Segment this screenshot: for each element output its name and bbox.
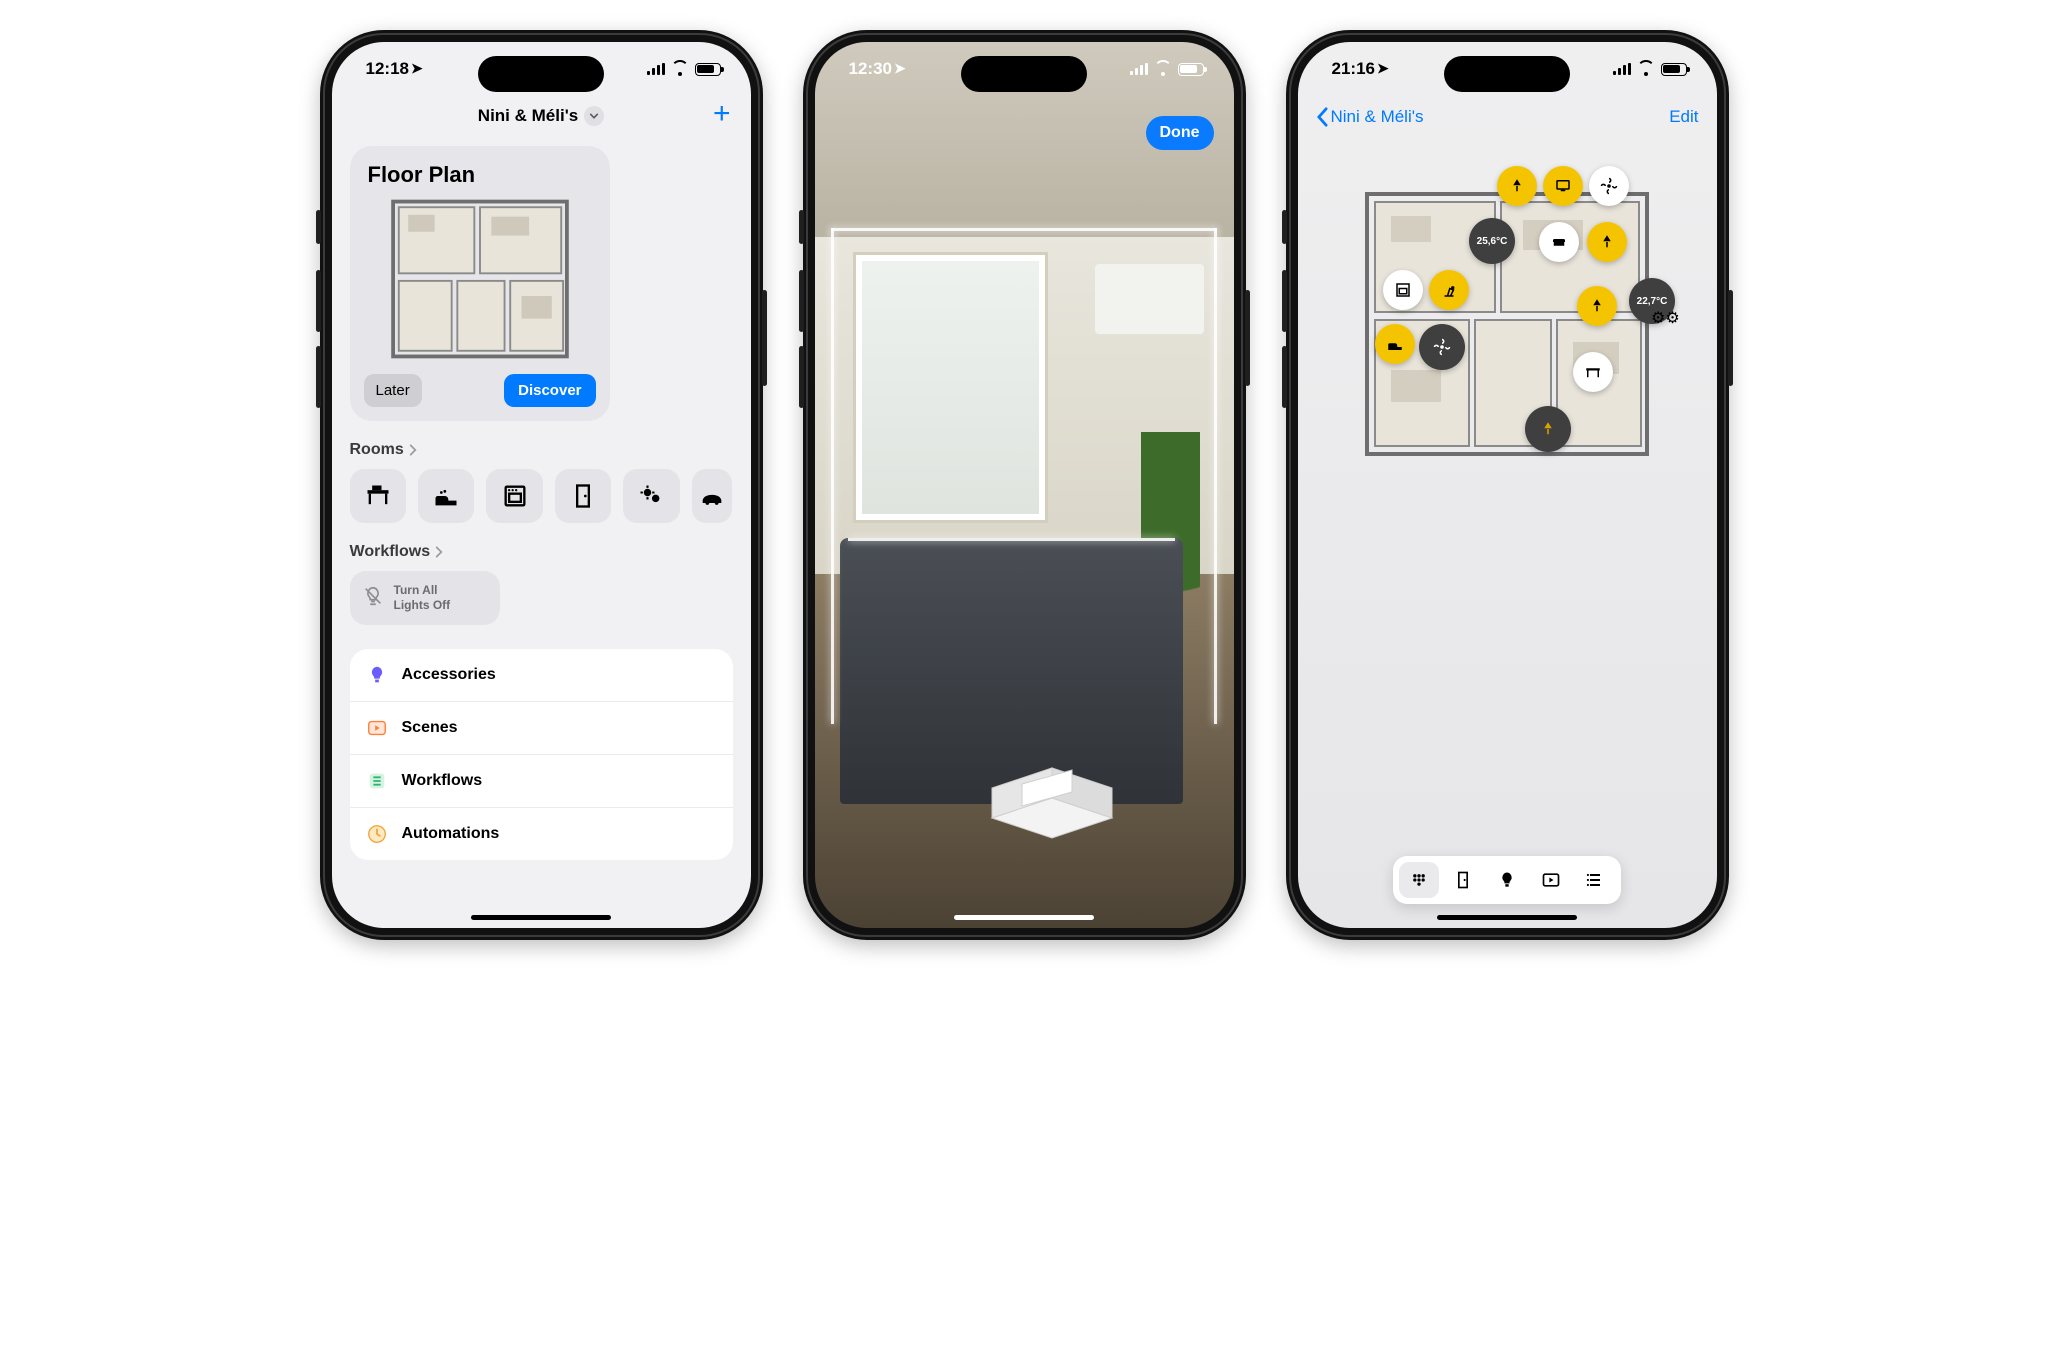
- ac-unit-shape: [1095, 264, 1204, 335]
- toolbar-grid-icon[interactable]: [1399, 862, 1439, 898]
- pin-desk-lamp-icon[interactable]: [1429, 270, 1469, 310]
- scenes-icon: [366, 717, 388, 739]
- floor-plan-map[interactable]: 25,6°C 22,7°C ⚙︎⚙︎: [1347, 174, 1667, 484]
- pin-lamp-icon[interactable]: [1587, 222, 1627, 262]
- scanned-model-preview: [982, 748, 1122, 848]
- ar-edge-line: [1214, 228, 1217, 724]
- pin-lamp-icon[interactable]: [1497, 166, 1537, 206]
- phone-room-scan: 12:30➤: [803, 30, 1246, 940]
- ar-camera-view[interactable]: [815, 42, 1234, 928]
- phone-home-overview: 12:18➤ Nini & Méli's + Floor Plan: [320, 30, 763, 940]
- location-icon: ➤: [1377, 60, 1389, 77]
- room-tile-garage[interactable]: [692, 469, 733, 523]
- ar-edge-line: [848, 538, 1175, 541]
- battery-icon: [1661, 63, 1687, 76]
- pin-sofa-icon[interactable]: [1539, 222, 1579, 262]
- pin-desk-icon[interactable]: [1573, 352, 1613, 392]
- battery-icon: [1178, 63, 1204, 76]
- discover-button[interactable]: Discover: [504, 374, 595, 407]
- back-button[interactable]: Nini & Méli's: [1316, 107, 1424, 127]
- pin-oven-icon[interactable]: [1383, 270, 1423, 310]
- pin-fan-icon[interactable]: [1589, 166, 1629, 206]
- home-name[interactable]: Nini & Méli's: [478, 106, 578, 126]
- done-button[interactable]: Done: [1146, 116, 1214, 150]
- location-icon: ➤: [894, 60, 906, 77]
- list-item-accessories[interactable]: Accessories: [350, 649, 733, 702]
- rooms-header[interactable]: Rooms: [350, 441, 733, 459]
- edit-button[interactable]: Edit: [1669, 107, 1698, 127]
- bottom-list: Accessories Scenes Workflows Automations: [350, 649, 733, 860]
- room-tile-entry[interactable]: [555, 469, 611, 523]
- list-item-workflows[interactable]: Workflows: [350, 755, 733, 808]
- dynamic-island: [1444, 56, 1570, 92]
- floor-plan-card: Floor Plan Later: [350, 146, 610, 421]
- status-time: 12:30: [849, 59, 892, 79]
- cellular-icon: [647, 63, 665, 75]
- dynamic-island: [478, 56, 604, 92]
- cellular-icon: [1130, 63, 1148, 75]
- list-item-scenes[interactable]: Scenes: [350, 702, 733, 755]
- toolbar-door-icon[interactable]: [1443, 862, 1483, 898]
- pin-temperature[interactable]: 25,6°C: [1469, 218, 1515, 264]
- ar-edge-line: [831, 228, 834, 724]
- card-title: Floor Plan: [368, 162, 596, 188]
- room-tile-desk[interactable]: [350, 469, 406, 523]
- workflows-header[interactable]: Workflows: [350, 543, 733, 561]
- cellular-icon: [1613, 63, 1631, 75]
- pin-bed-icon[interactable]: [1375, 324, 1415, 364]
- battery-icon: [695, 63, 721, 76]
- home-indicator[interactable]: [1437, 915, 1577, 920]
- wifi-icon: [671, 62, 689, 76]
- later-button[interactable]: Later: [364, 374, 422, 407]
- ar-edge-line: [831, 228, 1217, 231]
- home-indicator[interactable]: [471, 915, 611, 920]
- pin-lamp-icon[interactable]: [1577, 286, 1617, 326]
- room-tile-kitchen[interactable]: [486, 469, 542, 523]
- toolbar-list-icon[interactable]: [1575, 862, 1615, 898]
- phone-floor-plan-view: 21:16➤ Nini & Méli's Edit: [1286, 30, 1729, 940]
- nav-bar: Nini & Méli's Edit: [1298, 100, 1717, 134]
- pin-lamp-off-icon[interactable]: [1525, 406, 1571, 452]
- home-indicator[interactable]: [954, 915, 1094, 920]
- home-title-row: Nini & Méli's +: [350, 100, 733, 132]
- view-toolbar: [1393, 856, 1621, 904]
- automations-icon: [366, 823, 388, 845]
- wifi-icon: [1154, 62, 1172, 76]
- window-shape: [856, 255, 1045, 521]
- home-picker-chevron-icon[interactable]: [584, 106, 604, 126]
- list-item-automations[interactable]: Automations: [350, 808, 733, 860]
- bulb-icon: [366, 664, 388, 686]
- bulb-off-icon: [362, 585, 384, 612]
- workflows-icon: [366, 770, 388, 792]
- floor-plan-thumbnail[interactable]: [385, 194, 575, 364]
- add-button[interactable]: +: [713, 100, 731, 128]
- wifi-icon: [1637, 62, 1655, 76]
- pin-fan-dark-icon[interactable]: [1419, 324, 1465, 370]
- dynamic-island: [961, 56, 1087, 92]
- status-time: 12:18: [366, 59, 409, 79]
- location-icon: ➤: [411, 60, 423, 77]
- room-tile-climate[interactable]: [623, 469, 679, 523]
- pin-tv-icon[interactable]: [1543, 166, 1583, 206]
- toolbar-scenes-icon[interactable]: [1531, 862, 1571, 898]
- workflow-turn-all-lights-off[interactable]: Turn AllLights Off: [350, 571, 500, 625]
- status-time: 21:16: [1332, 59, 1375, 79]
- climate-gears-icon: ⚙︎⚙︎: [1651, 308, 1680, 328]
- rooms-row: [350, 469, 733, 523]
- toolbar-bulb-icon[interactable]: [1487, 862, 1527, 898]
- room-tile-bedroom[interactable]: [418, 469, 474, 523]
